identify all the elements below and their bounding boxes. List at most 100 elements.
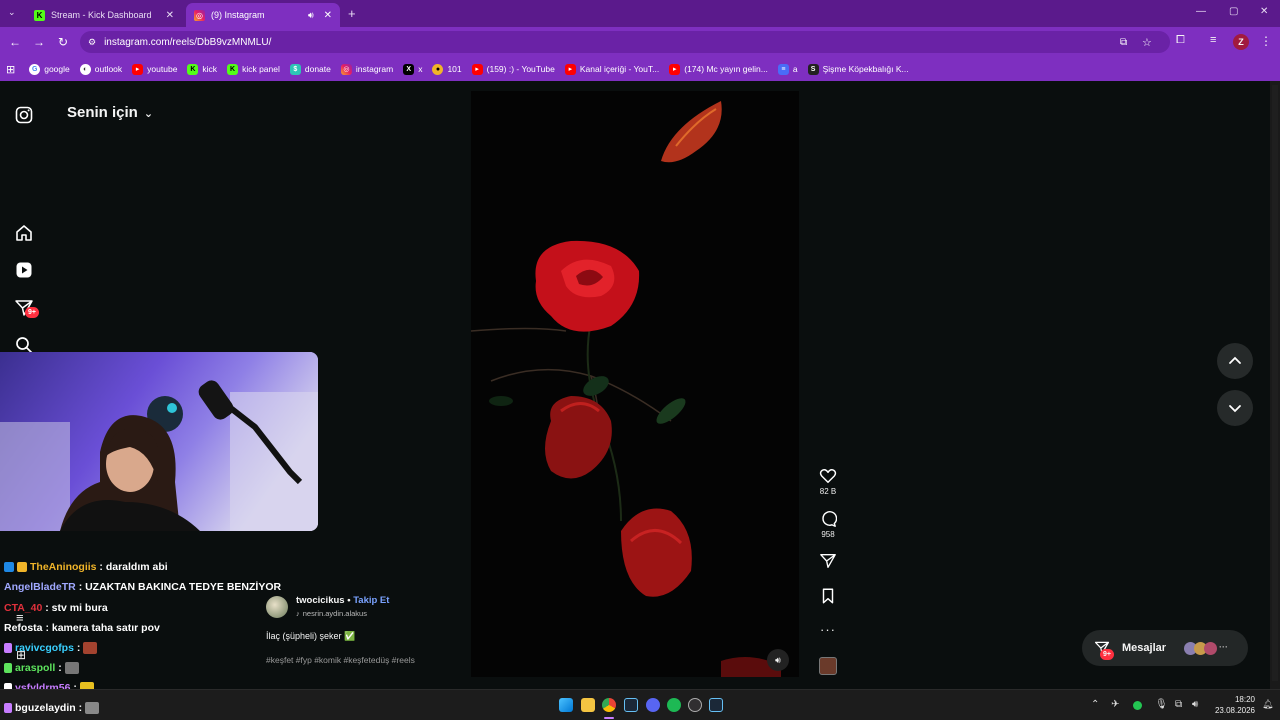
maximize-button[interactable]: ▢ — [1229, 6, 1238, 17]
chat-message: ravivcgofps : — [4, 642, 98, 654]
author-username[interactable]: twocicikus — [296, 595, 345, 606]
bookmark-youtube-159[interactable]: ▸ (159) :) - YouTube — [471, 63, 555, 75]
close-tab-icon[interactable]: ✕ — [324, 10, 332, 21]
start-menu-icon[interactable] — [559, 698, 573, 712]
close-tab-icon[interactable]: ✕ — [166, 10, 174, 21]
bookmark-star-icon[interactable]: ☆ — [1142, 36, 1152, 49]
comment-count: 958 — [821, 530, 835, 539]
outlook-icon: ◐ — [79, 63, 91, 75]
clock-date: 23.08.2026 — [1214, 706, 1255, 715]
extensions-icon[interactable]: ⧠ — [1176, 34, 1185, 47]
new-tab-button[interactable]: + — [348, 6, 356, 21]
chat-message: araspoll : — [4, 662, 79, 674]
site-info-icon[interactable]: ⚙︎ — [88, 37, 96, 48]
back-arrow-icon[interactable]: ← — [3, 30, 27, 54]
tab-search-icon[interactable]: ⌄ — [8, 7, 16, 18]
hashtags[interactable]: #keşfet #fyp #komik #keşfetedüş #reels — [266, 655, 466, 665]
bookmark-kick[interactable]: Kkick — [187, 63, 217, 75]
reload-icon[interactable]: ↻ — [51, 30, 75, 54]
home-icon[interactable] — [14, 223, 34, 243]
media-controls-icon[interactable]: ≡ — [1210, 34, 1216, 46]
feed-selector[interactable]: Senin için ⌄ — [67, 104, 153, 121]
profile-avatar[interactable]: Z — [1233, 34, 1249, 50]
chat-message: Refosta : kamera taha satır pov — [4, 622, 160, 634]
share-button[interactable] — [812, 552, 844, 572]
comment-button[interactable]: 958 — [812, 510, 844, 539]
save-button[interactable] — [812, 587, 844, 607]
apps-grid-icon[interactable]: ⊞ — [6, 63, 15, 76]
bookmark-a[interactable]: ≡ a — [777, 63, 798, 75]
bookmark-youtube[interactable]: ▸ youtube — [132, 63, 177, 75]
steam-icon[interactable] — [624, 698, 638, 712]
chat-message: AngelBladeTR : UZAKTAN BAKINCA TEDYE BEN… — [4, 581, 281, 593]
tab-instagram[interactable]: ◎ (9) Instagram 🔊︎ ✕ — [186, 3, 340, 27]
more-options-icon[interactable]: ··· — [812, 622, 844, 637]
bookmark-google[interactable]: Ggoogle — [29, 63, 70, 75]
tab-title: (9) Instagram — [211, 10, 265, 20]
bookmark-sisme[interactable]: S Şişme Köpekbalığı K... — [807, 63, 909, 75]
instagram-logo-icon[interactable] — [14, 105, 34, 125]
kick-icon: K — [227, 63, 239, 75]
youtube-icon: ▸ — [471, 63, 483, 75]
close-window-button[interactable]: ✕ — [1260, 6, 1268, 17]
install-app-icon[interactable]: ⧉ — [1120, 37, 1127, 48]
chat-text: : stv mi bura — [45, 602, 108, 614]
chat-text: : — [76, 642, 81, 654]
mute-toggle-icon[interactable]: 🔊︎ — [767, 649, 789, 671]
sub-badge-icon — [4, 703, 12, 713]
youtube-icon: ▸ — [564, 63, 576, 75]
file-explorer-icon[interactable] — [581, 698, 595, 712]
messages-button[interactable]: 9+ Mesajlar ··· — [1082, 630, 1248, 666]
bookmark-101[interactable]: ● 101 — [432, 63, 462, 75]
more-dots-icon: ··· — [1219, 641, 1229, 652]
reel-video[interactable]: 🔊︎ — [471, 91, 799, 677]
bookmarks-bar: ⊞ Ggoogle ◐ outlook ▸ youtube Kkick Kkick … — [0, 57, 1280, 81]
s-icon: S — [807, 63, 819, 75]
follow-link[interactable]: Takip Et — [353, 595, 389, 606]
network-icon[interactable]: ⧉ — [1175, 699, 1182, 710]
status-tray-icon[interactable] — [1133, 701, 1142, 710]
comment-icon — [822, 511, 838, 527]
audio-thumbnail[interactable] — [819, 657, 837, 675]
previous-reel-button[interactable] — [1217, 343, 1253, 379]
message-avatars: ··· — [1184, 641, 1229, 655]
notifications-icon[interactable]: 🔔︎ — [1262, 699, 1273, 710]
volume-icon[interactable]: 🔊︎ — [1192, 699, 1198, 710]
clock[interactable]: 18:20 23.08.2026 — [1211, 694, 1255, 716]
bookmark-x[interactable]: Xx — [403, 63, 422, 75]
chrome-icon[interactable] — [602, 698, 616, 712]
address-bar[interactable]: ⚙︎ instagram.com/reels/DbB9vzMNMLU/ ⧉ ☆ — [80, 31, 1170, 53]
author-avatar[interactable] — [266, 595, 288, 618]
next-reel-button[interactable] — [1217, 390, 1253, 426]
audio-name[interactable]: nesrin.aydin.alakus — [303, 609, 367, 618]
discord-icon[interactable] — [646, 698, 660, 712]
browser-menu-icon[interactable]: ⋮ — [1260, 34, 1272, 48]
chat-message: bguzelaydin : — [4, 702, 100, 714]
bookmark-kick-panel[interactable]: Kkick panel — [227, 63, 280, 75]
tray-overflow-chevron-icon[interactable]: ⌃ — [1091, 699, 1099, 710]
bookmark-donate[interactable]: $ donate — [289, 63, 331, 75]
tab-kick-dashboard[interactable]: K Stream - Kick Dashboard ✕ — [26, 3, 182, 27]
forward-arrow-icon[interactable]: → — [27, 30, 51, 54]
microphone-icon[interactable]: 🎙︎ — [1155, 699, 1168, 710]
audio-playing-icon[interactable]: 🔊︎ — [308, 10, 314, 21]
like-button[interactable]: 82 B — [812, 467, 844, 496]
bookmark-mc[interactable]: ▸ (174) Mc yayın gelin... — [669, 63, 768, 75]
bookmark-kanal[interactable]: ▸ Kanal içeriği - YouT... — [564, 63, 659, 75]
reels-icon[interactable] — [14, 260, 34, 280]
chat-text: : — [58, 662, 62, 674]
bookmark-instagram[interactable]: ◎ instagram — [340, 63, 393, 75]
minimize-button[interactable]: — — [1196, 6, 1206, 17]
spotify-icon[interactable] — [667, 698, 681, 712]
obs-icon[interactable] — [688, 698, 702, 712]
steam-icon[interactable] — [709, 698, 723, 712]
scrollbar-thumb[interactable] — [1272, 85, 1278, 681]
chat-emote — [64, 662, 79, 674]
steam-tray-icon[interactable]: ✈︎ — [1111, 699, 1119, 710]
page-scrollbar[interactable] — [1270, 81, 1280, 689]
instagram-icon: ◎ — [194, 9, 205, 21]
kick-icon: K — [187, 63, 199, 75]
chat-username: AngelBladeTR — [4, 581, 76, 593]
webcam-scene — [0, 352, 318, 531]
bookmark-outlook[interactable]: ◐ outlook — [79, 63, 122, 75]
